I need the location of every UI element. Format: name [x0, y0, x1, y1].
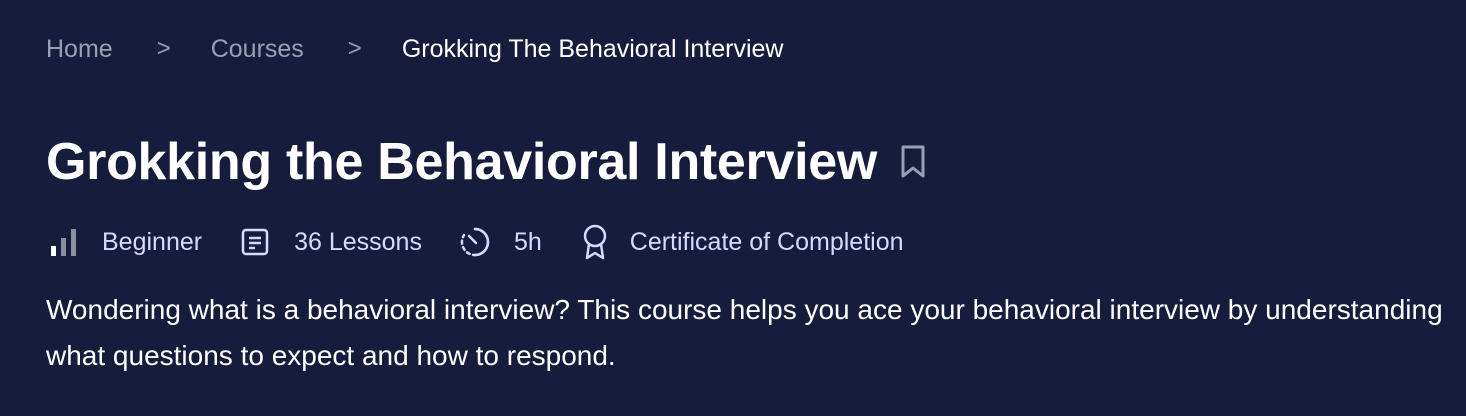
title-row: Grokking the Behavioral Interview	[46, 128, 929, 196]
breadcrumb-home-link[interactable]: Home	[46, 33, 113, 65]
meta-level: Beginner	[46, 222, 202, 262]
certificate-label: Certificate of Completion	[629, 228, 904, 256]
bookmark-icon	[901, 145, 925, 178]
breadcrumb-separator: >	[347, 35, 362, 62]
award-ribbon-icon	[578, 222, 612, 262]
duration-label: 5h	[513, 228, 542, 256]
clock-timer-icon	[458, 222, 492, 262]
course-meta: Beginner 36 Lessons 5h Certificate of Co…	[46, 222, 904, 262]
meta-certificate: Certificate of Completion	[578, 222, 904, 262]
lessons-document-icon	[238, 222, 272, 262]
level-label: Beginner	[102, 228, 203, 256]
meta-lessons: 36 Lessons	[238, 222, 422, 262]
course-description: Wondering what is a behavioral interview…	[46, 294, 1443, 371]
page-title: Grokking the Behavioral Interview	[46, 133, 878, 191]
breadcrumb-courses-link[interactable]: Courses	[211, 33, 304, 65]
bookmark-button[interactable]	[897, 142, 929, 182]
breadcrumb-separator: >	[156, 35, 171, 62]
meta-duration: 5h	[458, 222, 542, 262]
breadcrumb: Home > Courses > Grokking The Behavioral…	[46, 33, 783, 65]
breadcrumb-current: Grokking The Behavioral Interview	[401, 35, 784, 63]
lessons-label: 36 Lessons	[294, 228, 422, 256]
level-bars-icon	[46, 222, 80, 262]
